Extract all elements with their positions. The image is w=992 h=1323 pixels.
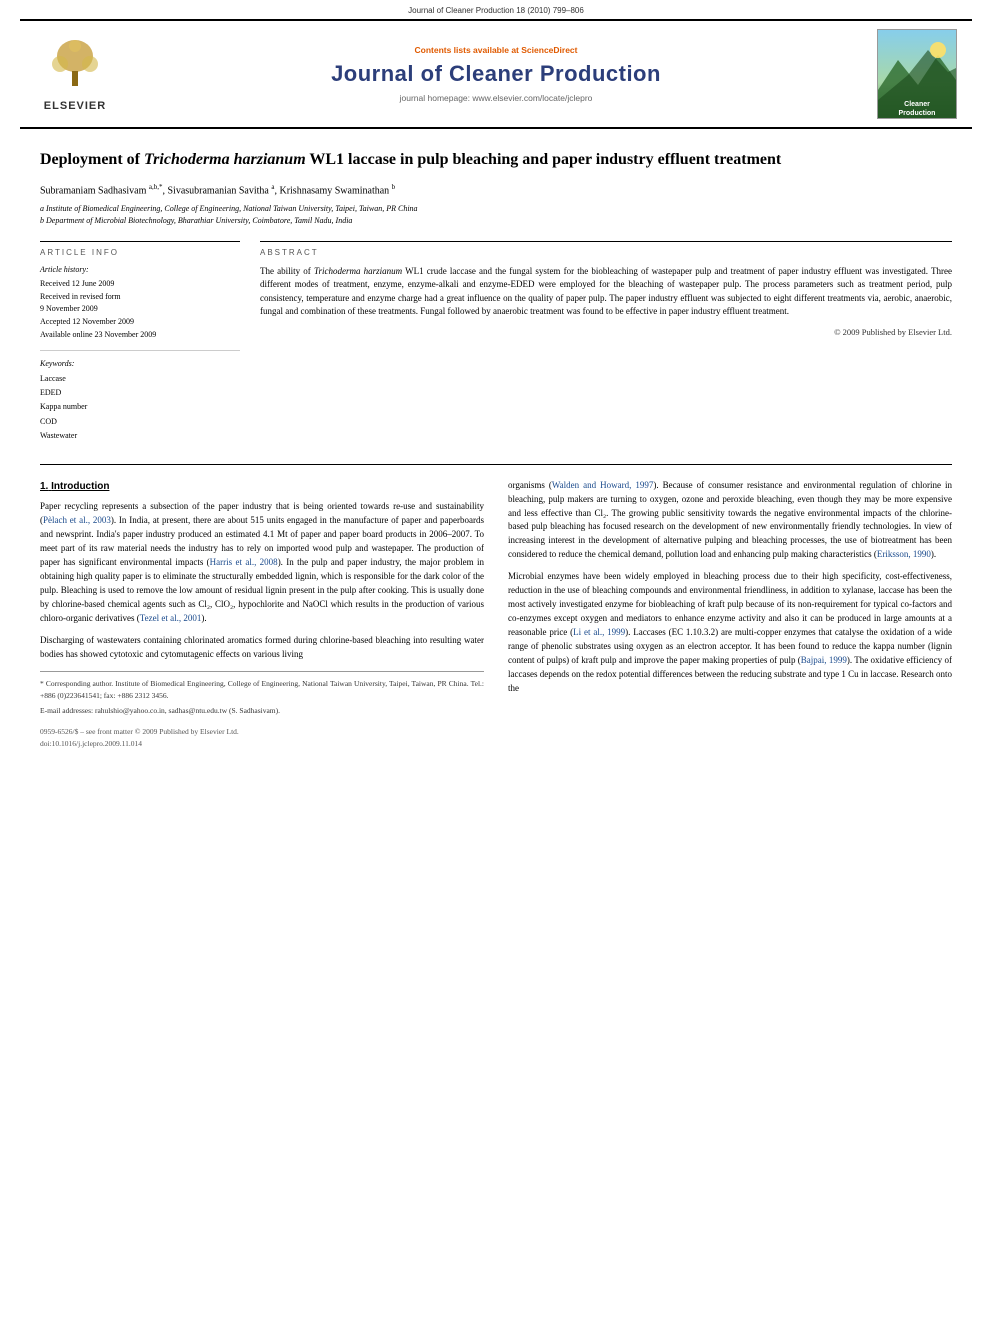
ref-pelach: Pèlach et al., 2003 bbox=[43, 515, 111, 525]
issn-line: 0959-6526/$ – see front matter © 2009 Pu… bbox=[40, 726, 484, 738]
elsevier-tree-icon bbox=[40, 36, 110, 96]
article-history: Article history: Received 12 June 2009 R… bbox=[40, 265, 240, 351]
right-paragraph-1: organisms (Walden and Howard, 1997). Bec… bbox=[508, 479, 952, 563]
received-revised-label: Received in revised form bbox=[40, 291, 240, 304]
svg-text:Production: Production bbox=[899, 110, 936, 117]
affiliation-b: b Department of Microbial Biotechnology,… bbox=[40, 215, 952, 227]
sciencedirect-line: Contents lists available at ScienceDirec… bbox=[120, 45, 872, 55]
footnote-corresponding: * Corresponding author. Institute of Bio… bbox=[40, 678, 484, 701]
content-area: Deployment of Trichoderma harzianum WL1 … bbox=[0, 149, 992, 749]
abstract-header: ABSTRACT bbox=[260, 248, 952, 257]
ref-tezel: Tezel et al., 2001 bbox=[140, 613, 202, 623]
article-title: Deployment of Trichoderma harzianum WL1 … bbox=[40, 149, 952, 171]
ref-harris: Harris et al., 2008 bbox=[210, 557, 278, 567]
keyword-wastewater: Wastewater bbox=[40, 429, 240, 443]
journal-homepage: journal homepage: www.elsevier.com/locat… bbox=[120, 93, 872, 103]
section-divider bbox=[40, 464, 952, 465]
sciencedirect-label: Contents lists available at bbox=[414, 45, 518, 55]
journal-ref-text: Journal of Cleaner Production 18 (2010) … bbox=[408, 6, 584, 15]
journal-header: ELSEVIER Contents lists available at Sci… bbox=[20, 19, 972, 129]
abstract-panel: ABSTRACT The ability of Trichoderma harz… bbox=[260, 241, 952, 444]
ref-bajpai: Bajpai, 1999 bbox=[801, 655, 847, 665]
copyright-line: © 2009 Published by Elsevier Ltd. bbox=[260, 327, 952, 337]
article-info-abstract: ARTICLE INFO Article history: Received 1… bbox=[40, 241, 952, 444]
abstract-text: The ability of Trichoderma harzianum WL1… bbox=[260, 265, 952, 319]
title-part2: WL1 laccase in pulp bleaching and paper … bbox=[306, 151, 782, 168]
svg-text:Cleaner: Cleaner bbox=[904, 101, 930, 108]
keyword-kappa: Kappa number bbox=[40, 400, 240, 414]
body-left-column: 1. Introduction Paper recycling represen… bbox=[40, 479, 484, 750]
keyword-laccase: Laccase bbox=[40, 372, 240, 386]
badge-background-svg: Cleaner Production bbox=[878, 30, 956, 118]
title-italic: Trichoderma harzianum bbox=[144, 151, 306, 168]
accepted-date: Accepted 12 November 2009 bbox=[40, 316, 240, 329]
abstract-body: The ability of Trichoderma harzianum WL1… bbox=[260, 266, 952, 317]
body-right-column: organisms (Walden and Howard, 1997). Bec… bbox=[508, 479, 952, 750]
right-paragraph-2: Microbial enzymes have been widely emplo… bbox=[508, 570, 952, 695]
body-content: 1. Introduction Paper recycling represen… bbox=[40, 479, 952, 750]
doi-line: doi:10.1016/j.jclepro.2009.11.014 bbox=[40, 738, 484, 750]
article-info-header: ARTICLE INFO bbox=[40, 248, 240, 257]
received-revised-date: 9 November 2009 bbox=[40, 303, 240, 316]
history-label: Article history: bbox=[40, 265, 240, 274]
received-date: Received 12 June 2009 bbox=[40, 278, 240, 291]
bottom-info: 0959-6526/$ – see front matter © 2009 Pu… bbox=[40, 726, 484, 749]
sciencedirect-link: ScienceDirect bbox=[521, 45, 577, 55]
ref-walden: Walden and Howard, 1997 bbox=[552, 480, 654, 490]
journal-title: Journal of Cleaner Production bbox=[120, 61, 872, 87]
title-part1: Deployment of bbox=[40, 151, 144, 168]
keyword-cod: COD bbox=[40, 415, 240, 429]
section-number: 1. bbox=[40, 481, 48, 492]
cleaner-production-badge: Cleaner Production bbox=[872, 29, 962, 119]
affiliation-a: a Institute of Biomedical Engineering, C… bbox=[40, 203, 952, 215]
ref-eriksson: Eriksson, 1990 bbox=[877, 549, 931, 559]
authors-line: Subramaniam Sadhasivam a,b,*, Sivasubram… bbox=[40, 183, 952, 196]
intro-section-title: 1. Introduction bbox=[40, 479, 484, 495]
keyword-eded: EDED bbox=[40, 386, 240, 400]
article-info-panel: ARTICLE INFO Article history: Received 1… bbox=[40, 241, 240, 444]
footnote-email: E-mail addresses: rahulshio@yahoo.co.in,… bbox=[40, 705, 484, 716]
badge-image: Cleaner Production bbox=[877, 29, 957, 119]
elsevier-logo: ELSEVIER bbox=[30, 36, 120, 112]
intro-paragraph-2: Discharging of wastewaters containing ch… bbox=[40, 634, 484, 662]
keywords-section: Keywords: Laccase EDED Kappa number COD … bbox=[40, 359, 240, 444]
footnote-area: * Corresponding author. Institute of Bio… bbox=[40, 671, 484, 716]
available-date: Available online 23 November 2009 bbox=[40, 329, 240, 342]
intro-paragraph-1: Paper recycling represents a subsection … bbox=[40, 500, 484, 625]
ref-li: Li et al., 1999 bbox=[573, 627, 625, 637]
journal-reference: Journal of Cleaner Production 18 (2010) … bbox=[0, 0, 992, 19]
section-name: Introduction bbox=[51, 481, 109, 492]
affiliations: a Institute of Biomedical Engineering, C… bbox=[40, 203, 952, 227]
elsevier-text: ELSEVIER bbox=[44, 100, 106, 112]
journal-center: Contents lists available at ScienceDirec… bbox=[120, 45, 872, 103]
keywords-label: Keywords: bbox=[40, 359, 240, 368]
